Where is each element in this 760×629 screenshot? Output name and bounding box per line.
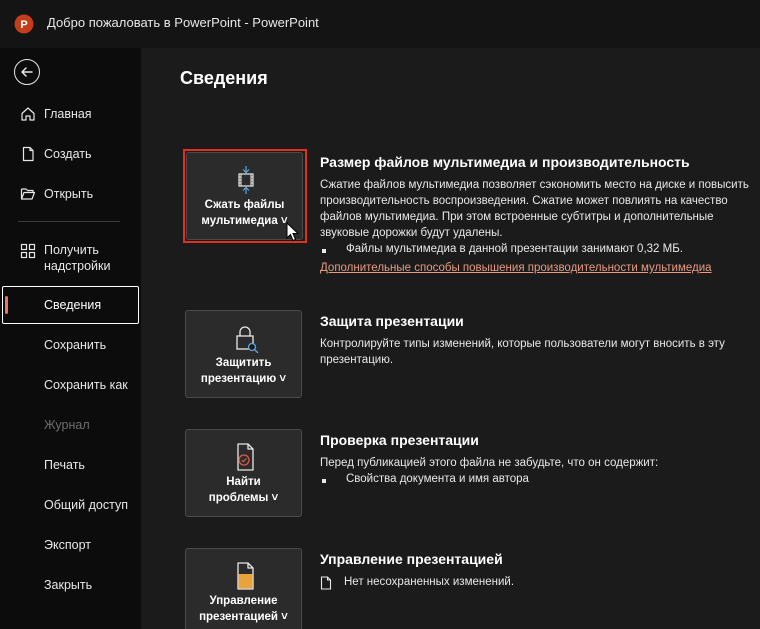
backstage-sidebar: Главная Создать Открыть Получить надстро… xyxy=(0,48,141,629)
protect-presentation-button[interactable]: Защитить презентацию ˅ xyxy=(185,310,302,398)
media-performance-link[interactable]: Дополнительные способы повышения произво… xyxy=(320,262,712,274)
arrow-left-icon xyxy=(21,67,33,77)
protect-presentation-label: Защитить презентацию ˅ xyxy=(200,357,287,385)
sidebar-item-new[interactable]: Создать xyxy=(0,145,141,163)
info-pane: Сведения Сжать файлы мультимедиа ˅ Разме… xyxy=(141,48,760,629)
sidebar-item-label: Главная xyxy=(44,107,92,121)
media-size-bullet-text: Файлы мультимедиа в данной презентации з… xyxy=(346,243,683,255)
manage-status-text: Нет несохраненных изменений. xyxy=(344,576,515,588)
sidebar-item-print[interactable]: Печать xyxy=(0,457,141,473)
sidebar-item-export[interactable]: Экспорт xyxy=(0,537,141,553)
sidebar-item-label: Журнал xyxy=(44,418,90,432)
folder-open-icon xyxy=(19,185,37,203)
sidebar-item-home[interactable]: Главная xyxy=(0,105,141,123)
sidebar-item-label: Сведения xyxy=(44,298,102,312)
manage-presentation-button[interactable]: Управление презентацией ˅ xyxy=(185,548,302,629)
sidebar-item-label: Общий доступ xyxy=(44,498,128,512)
back-button[interactable] xyxy=(14,59,40,85)
home-icon xyxy=(19,105,37,123)
protect-heading: Защита презентации xyxy=(320,313,464,329)
compress-media-icon xyxy=(238,166,254,194)
manage-presentation-label: Управление презентацией ˅ xyxy=(199,595,288,623)
inspect-description: Перед публикацией этого файла не забудьт… xyxy=(320,457,659,469)
page-title: Сведения xyxy=(180,68,268,88)
sidebar-item-close[interactable]: Закрыть xyxy=(0,577,141,593)
mouse-cursor-icon xyxy=(286,222,300,242)
sidebar-divider xyxy=(18,221,120,222)
bullet-dot xyxy=(322,249,326,253)
sidebar-item-info-label-row: Сведения xyxy=(0,297,141,313)
media-size-heading: Размер файлов мультимедиа и производител… xyxy=(320,154,690,170)
lock-icon xyxy=(236,326,259,353)
sidebar-item-save[interactable]: Сохранить xyxy=(0,337,141,353)
svg-text:P: P xyxy=(20,19,27,31)
sidebar-item-share[interactable]: Общий доступ xyxy=(0,497,141,513)
sidebar-item-history: Журнал xyxy=(0,417,141,433)
manage-heading: Управление презентацией xyxy=(320,551,503,567)
sidebar-item-label: Сохранить xyxy=(44,338,107,352)
addins-grid-icon xyxy=(19,242,37,260)
inspect-bullet-text: Свойства документа и имя автора xyxy=(346,473,529,485)
media-size-description: Сжатие файлов мультимедиа позволяет сэко… xyxy=(320,179,749,239)
sidebar-item-label: Закрыть xyxy=(44,578,93,592)
sidebar-item-open[interactable]: Открыть xyxy=(0,185,141,203)
sidebar-item-label: Экспорт xyxy=(44,538,91,552)
new-document-icon xyxy=(19,145,37,163)
document-status-icon xyxy=(320,576,332,590)
window-title: Добро пожаловать в PowerPoint - PowerPoi… xyxy=(47,15,319,30)
sidebar-item-label: Сохранить как xyxy=(44,378,128,392)
inspect-document-icon xyxy=(237,443,254,471)
sidebar-item-label: Получить надстройки xyxy=(44,243,111,273)
sidebar-item-get-addins[interactable]: Получить надстройки xyxy=(0,242,141,274)
inspect-heading: Проверка презентации xyxy=(320,432,479,448)
protect-description: Контролируйте типы изменений, которые по… xyxy=(320,338,725,366)
sidebar-item-label: Печать xyxy=(44,458,85,472)
powerpoint-icon: P xyxy=(14,14,34,34)
sidebar-item-label: Открыть xyxy=(44,187,94,201)
bullet-dot xyxy=(322,479,326,483)
manage-document-icon xyxy=(237,562,254,590)
sidebar-item-label: Создать xyxy=(44,147,92,161)
check-issues-button[interactable]: Найти проблемы ˅ xyxy=(185,429,302,517)
check-issues-label: Найти проблемы ˅ xyxy=(208,476,279,504)
sidebar-item-save-as[interactable]: Сохранить как xyxy=(0,377,141,393)
compress-media-label: Сжать файлы мультимедиа ˅ xyxy=(201,199,288,227)
title-bar: P Добро пожаловать в PowerPoint - PowerP… xyxy=(0,0,760,48)
